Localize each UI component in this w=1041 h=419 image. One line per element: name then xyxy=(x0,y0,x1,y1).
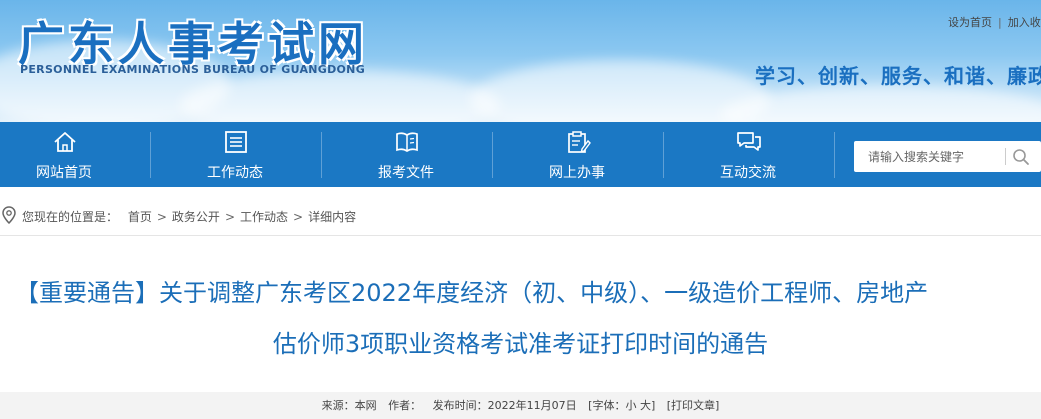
nav-divider xyxy=(834,132,835,178)
main-nav: 网站首页 工作动态 报考文件 网上办事 互动交流 请输入搜索关键字 xyxy=(0,122,1041,187)
banner-cloud xyxy=(720,85,1041,122)
site-slogan: 学习、创新、服务、和谐、廉政 xyxy=(755,64,1041,88)
book-icon xyxy=(396,132,418,153)
chat-bubbles-icon xyxy=(737,132,761,151)
nav-item-interaction[interactable]: 互动交流 xyxy=(663,122,833,187)
search-input[interactable] xyxy=(854,141,1004,172)
search-icon[interactable] xyxy=(1010,146,1032,168)
breadcrumb-work-news[interactable]: 工作动态 xyxy=(240,208,288,225)
article-publish-date: 发布时间：2022年11月07日 xyxy=(432,399,577,412)
location-pin-icon xyxy=(2,206,16,224)
print-article-link[interactable]: [打印文章] xyxy=(667,392,720,419)
breadcrumb-separator: > xyxy=(224,210,235,224)
nav-item-online-service[interactable]: 网上办事 xyxy=(492,122,662,187)
article-author: 作者： xyxy=(388,399,422,412)
article-title-line-2: 估价师3项职业资格考试准考证打印时间的通告 xyxy=(272,330,769,358)
article-title-line-1: 【重要通告】关于调整广东考区2022年度经济（初、中级）、一级造价工程师、房地产 xyxy=(15,279,929,307)
breadcrumb-home[interactable]: 首页 xyxy=(128,208,152,225)
nav-item-home[interactable]: 网站首页 xyxy=(0,122,149,187)
nav-label: 互动交流 xyxy=(720,165,776,181)
top-link-separator: | xyxy=(998,16,1002,29)
top-links: 设为首页 | 加入收藏 xyxy=(948,14,1041,30)
nav-label: 报考文件 xyxy=(378,165,434,181)
article-source: 来源：本网 xyxy=(321,399,377,412)
header-banner: 广东人事考试网 PERSONNEL EXAMINATIONS BUREAU OF… xyxy=(0,0,1041,122)
breadcrumb: 您现在的位置是： 首页 > 政务公开 > 工作动态 > 详细内容 xyxy=(0,196,1041,236)
set-homepage-link[interactable]: 设为首页 xyxy=(948,14,992,30)
breadcrumb-current: 详细内容 xyxy=(308,210,357,224)
breadcrumb-trail: 您现在的位置是： 首页 > 政务公开 > 工作动态 > 详细内容 xyxy=(22,208,356,225)
home-icon xyxy=(54,132,76,152)
nav-label: 网站首页 xyxy=(36,165,92,181)
search-divider xyxy=(1005,148,1006,165)
add-favorite-link[interactable]: 加入收藏 xyxy=(1008,14,1041,30)
nav-label: 工作动态 xyxy=(207,165,263,181)
article-meta: 来源：本网 作者： 发布时间：2022年11月07日 [字体：小 大] [打印文… xyxy=(0,392,1041,419)
clipboard-edit-icon xyxy=(568,131,591,153)
news-list-icon xyxy=(225,131,247,153)
nav-label: 网上办事 xyxy=(549,165,605,181)
breadcrumb-prefix: 您现在的位置是： xyxy=(22,210,119,224)
search-box xyxy=(854,141,1041,172)
breadcrumb-gov-affairs[interactable]: 政务公开 xyxy=(172,208,220,225)
font-size-toggle[interactable]: [字体：小 大] xyxy=(588,392,655,419)
breadcrumb-separator: > xyxy=(293,210,304,224)
breadcrumb-separator: > xyxy=(156,210,167,224)
site-logo-subtitle: PERSONNEL EXAMINATIONS BUREAU OF GUANGDO… xyxy=(20,63,366,76)
nav-item-work-news[interactable]: 工作动态 xyxy=(150,122,320,187)
nav-item-exam-docs[interactable]: 报考文件 xyxy=(321,122,491,187)
